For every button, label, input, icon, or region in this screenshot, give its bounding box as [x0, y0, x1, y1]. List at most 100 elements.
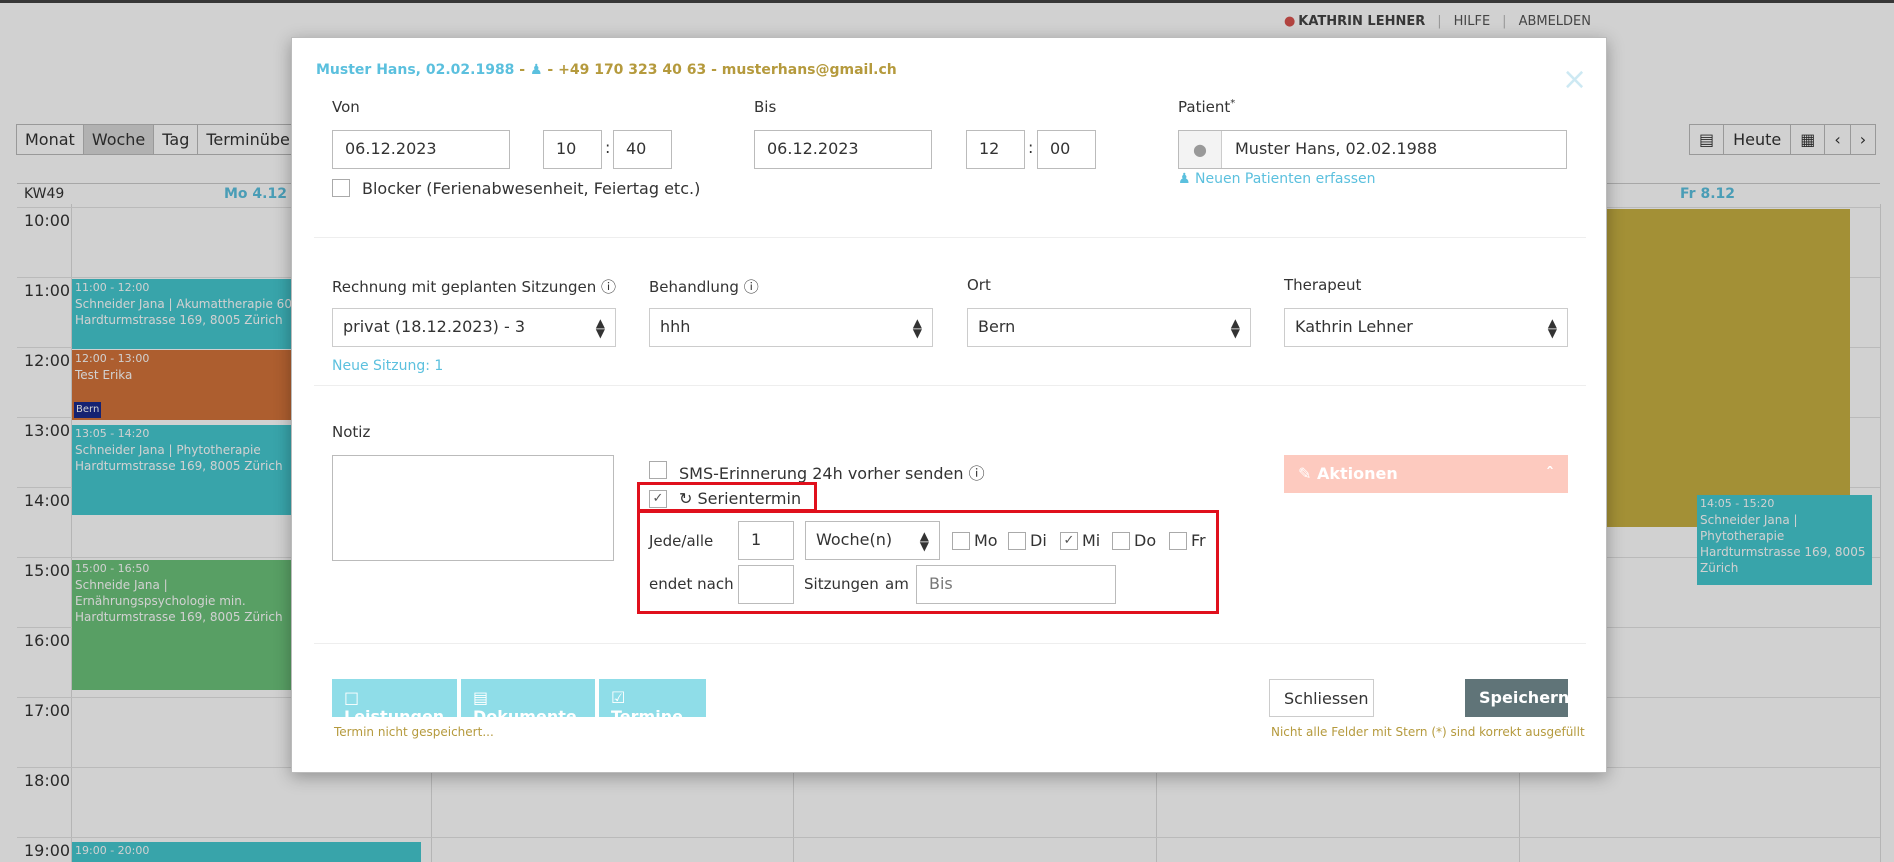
select-arrow-icon: ▲ ▼ [912, 316, 922, 340]
header-separator: - [542, 62, 559, 78]
leistungen-label: Leistungen [344, 707, 445, 726]
speichern-button[interactable]: Speichern [1465, 679, 1569, 717]
blocker-checkbox[interactable] [332, 179, 350, 197]
patient-value: Muster Hans, 02.02.1988 [1235, 139, 1438, 158]
day-checkbox-fr[interactable] [1169, 532, 1187, 550]
serientermin-label: ↻ Serientermin [679, 489, 801, 508]
appointment-modal: Muster Hans, 02.02.1988 - ♟ - +49 170 32… [291, 37, 1607, 773]
section-divider [314, 385, 1586, 386]
serientermin-label-text: Serientermin [697, 489, 802, 508]
person-icon: ♟ [529, 62, 543, 78]
close-icon[interactable]: × [1562, 62, 1587, 97]
ort-label: Ort [967, 276, 991, 294]
required-star: * [1230, 98, 1236, 109]
day-label-mi: Mi [1082, 531, 1101, 550]
von-label: Von [332, 98, 360, 116]
time-separator: : [605, 138, 611, 157]
patient-name: Muster Hans, 02.02.1988 [316, 62, 515, 78]
day-label-mo: Mo [974, 531, 998, 550]
patient-label: Patient* [1178, 98, 1235, 116]
ort-value: Bern [978, 317, 1016, 336]
day-label-do: Do [1134, 531, 1157, 550]
notiz-label: Notiz [332, 423, 371, 441]
therapeut-label: Therapeut [1284, 276, 1362, 294]
select-arrow-icon: ▲ ▼ [1547, 316, 1557, 340]
therapeut-value: Kathrin Lehner [1295, 317, 1413, 336]
end-date-input[interactable]: Bis [916, 565, 1116, 604]
day-checkbox-mo[interactable] [952, 532, 970, 550]
patient-header: Muster Hans, 02.02.1988 - ♟ - +49 170 32… [316, 62, 897, 78]
rechnung-label-text: Rechnung mit geplanten Sitzungen [332, 278, 597, 296]
dokumente-label: Dokumente [473, 707, 577, 726]
info-icon: ⓘ [743, 278, 759, 296]
user-icon: ● [1179, 131, 1222, 168]
select-arrow-icon: ▲ ▼ [1230, 316, 1240, 340]
every-input[interactable]: 1 [738, 521, 794, 560]
user-plus-icon: ♟ [1178, 171, 1196, 187]
header-separator: - [706, 62, 722, 78]
termine-button[interactable]: ☑ Termine [599, 679, 706, 726]
rechnung-label: Rechnung mit geplanten Sitzungen ⓘ [332, 276, 616, 297]
required-fields-note: Nicht alle Felder mit Stern (*) sind kor… [1271, 725, 1585, 739]
select-arrow-icon: ▲ ▼ [595, 316, 605, 340]
document-icon: ▤ [473, 688, 489, 707]
ends-after-input[interactable] [738, 565, 794, 604]
sms-checkbox[interactable] [649, 461, 667, 479]
section-divider [314, 643, 1586, 644]
patient-phone: +49 170 323 40 63 [558, 62, 707, 78]
day-checkbox-mi[interactable]: ✓ [1060, 532, 1078, 550]
am-label: am [885, 575, 909, 593]
von-minute-input[interactable]: 40 [613, 130, 672, 169]
von-hour-input[interactable]: 10 [543, 130, 602, 169]
info-icon: ⓘ [601, 278, 617, 296]
bis-hour-input[interactable]: 12 [966, 130, 1025, 169]
behandlung-label: Behandlung ⓘ [649, 276, 759, 297]
actions-label: Aktionen [1316, 464, 1398, 483]
new-patient-text: Neuen Patienten erfassen [1195, 171, 1376, 187]
blocker-label: Blocker (Ferienabwesenheit, Feiertag etc… [362, 179, 701, 198]
patient-email: musterhans@gmail.ch [721, 62, 897, 78]
schliessen-button[interactable]: Schliessen [1269, 679, 1374, 717]
ort-select[interactable]: Bern ▲ ▼ [967, 308, 1251, 347]
leistungen-button[interactable]: □ Leistungen [332, 679, 457, 726]
file-icon: □ [344, 688, 360, 707]
von-date-input[interactable]: 06.12.2023 [332, 130, 510, 169]
bis-minute-input[interactable]: 00 [1037, 130, 1096, 169]
termine-label: Termine [611, 707, 683, 726]
select-arrow-icon: ▲ ▼ [919, 529, 929, 553]
time-separator: : [1028, 138, 1034, 157]
every-label: Jede/alle [649, 532, 714, 550]
rechnung-value: privat (18.12.2023) - 3 [343, 317, 526, 336]
bis-label: Bis [754, 98, 777, 116]
info-icon: ⓘ [968, 464, 985, 483]
day-checkbox-di[interactable] [1008, 532, 1026, 550]
day-checkbox-do[interactable] [1112, 532, 1130, 550]
serientermin-checkbox[interactable]: ✓ [649, 490, 667, 508]
calendar-check-icon: ☑ [611, 688, 626, 707]
therapeut-select[interactable]: Kathrin Lehner ▲ ▼ [1284, 308, 1568, 347]
actions-dropdown[interactable]: ✎ Aktionen ˆ [1284, 455, 1568, 493]
behandlung-label-text: Behandlung [649, 278, 739, 296]
section-divider [314, 237, 1586, 238]
new-patient-link[interactable]: ♟ Neuen Patienten erfassen [1178, 171, 1376, 187]
ends-label: endet nach [649, 575, 734, 593]
unsaved-note: Termin nicht gespeichert... [334, 725, 494, 739]
notiz-textarea[interactable] [332, 455, 614, 561]
rechnung-select[interactable]: privat (18.12.2023) - 3 ▲ ▼ [332, 308, 616, 347]
behandlung-select[interactable]: hhh ▲ ▼ [649, 308, 933, 347]
bis-date-input[interactable]: 06.12.2023 [754, 130, 932, 169]
header-separator: - [514, 62, 530, 78]
unit-value: Woche(n) [816, 530, 893, 549]
chevron-up-icon: ˆ [1546, 464, 1554, 483]
new-session-link[interactable]: Neue Sitzung: 1 [332, 358, 443, 374]
patient-label-text: Patient [1178, 98, 1231, 116]
sms-label-text: SMS-Erinnerung 24h vorher senden [679, 464, 964, 483]
patient-select[interactable]: ● Muster Hans, 02.02.1988 [1178, 130, 1567, 169]
day-label-di: Di [1030, 531, 1047, 550]
edit-icon: ✎ [1298, 464, 1317, 483]
sms-label: SMS-Erinnerung 24h vorher senden ⓘ [679, 460, 985, 484]
dokumente-button[interactable]: ▤ Dokumente [461, 679, 595, 726]
behandlung-value: hhh [660, 317, 691, 336]
unit-select[interactable]: Woche(n) ▲ ▼ [805, 521, 940, 560]
day-label-fr: Fr [1191, 531, 1206, 550]
